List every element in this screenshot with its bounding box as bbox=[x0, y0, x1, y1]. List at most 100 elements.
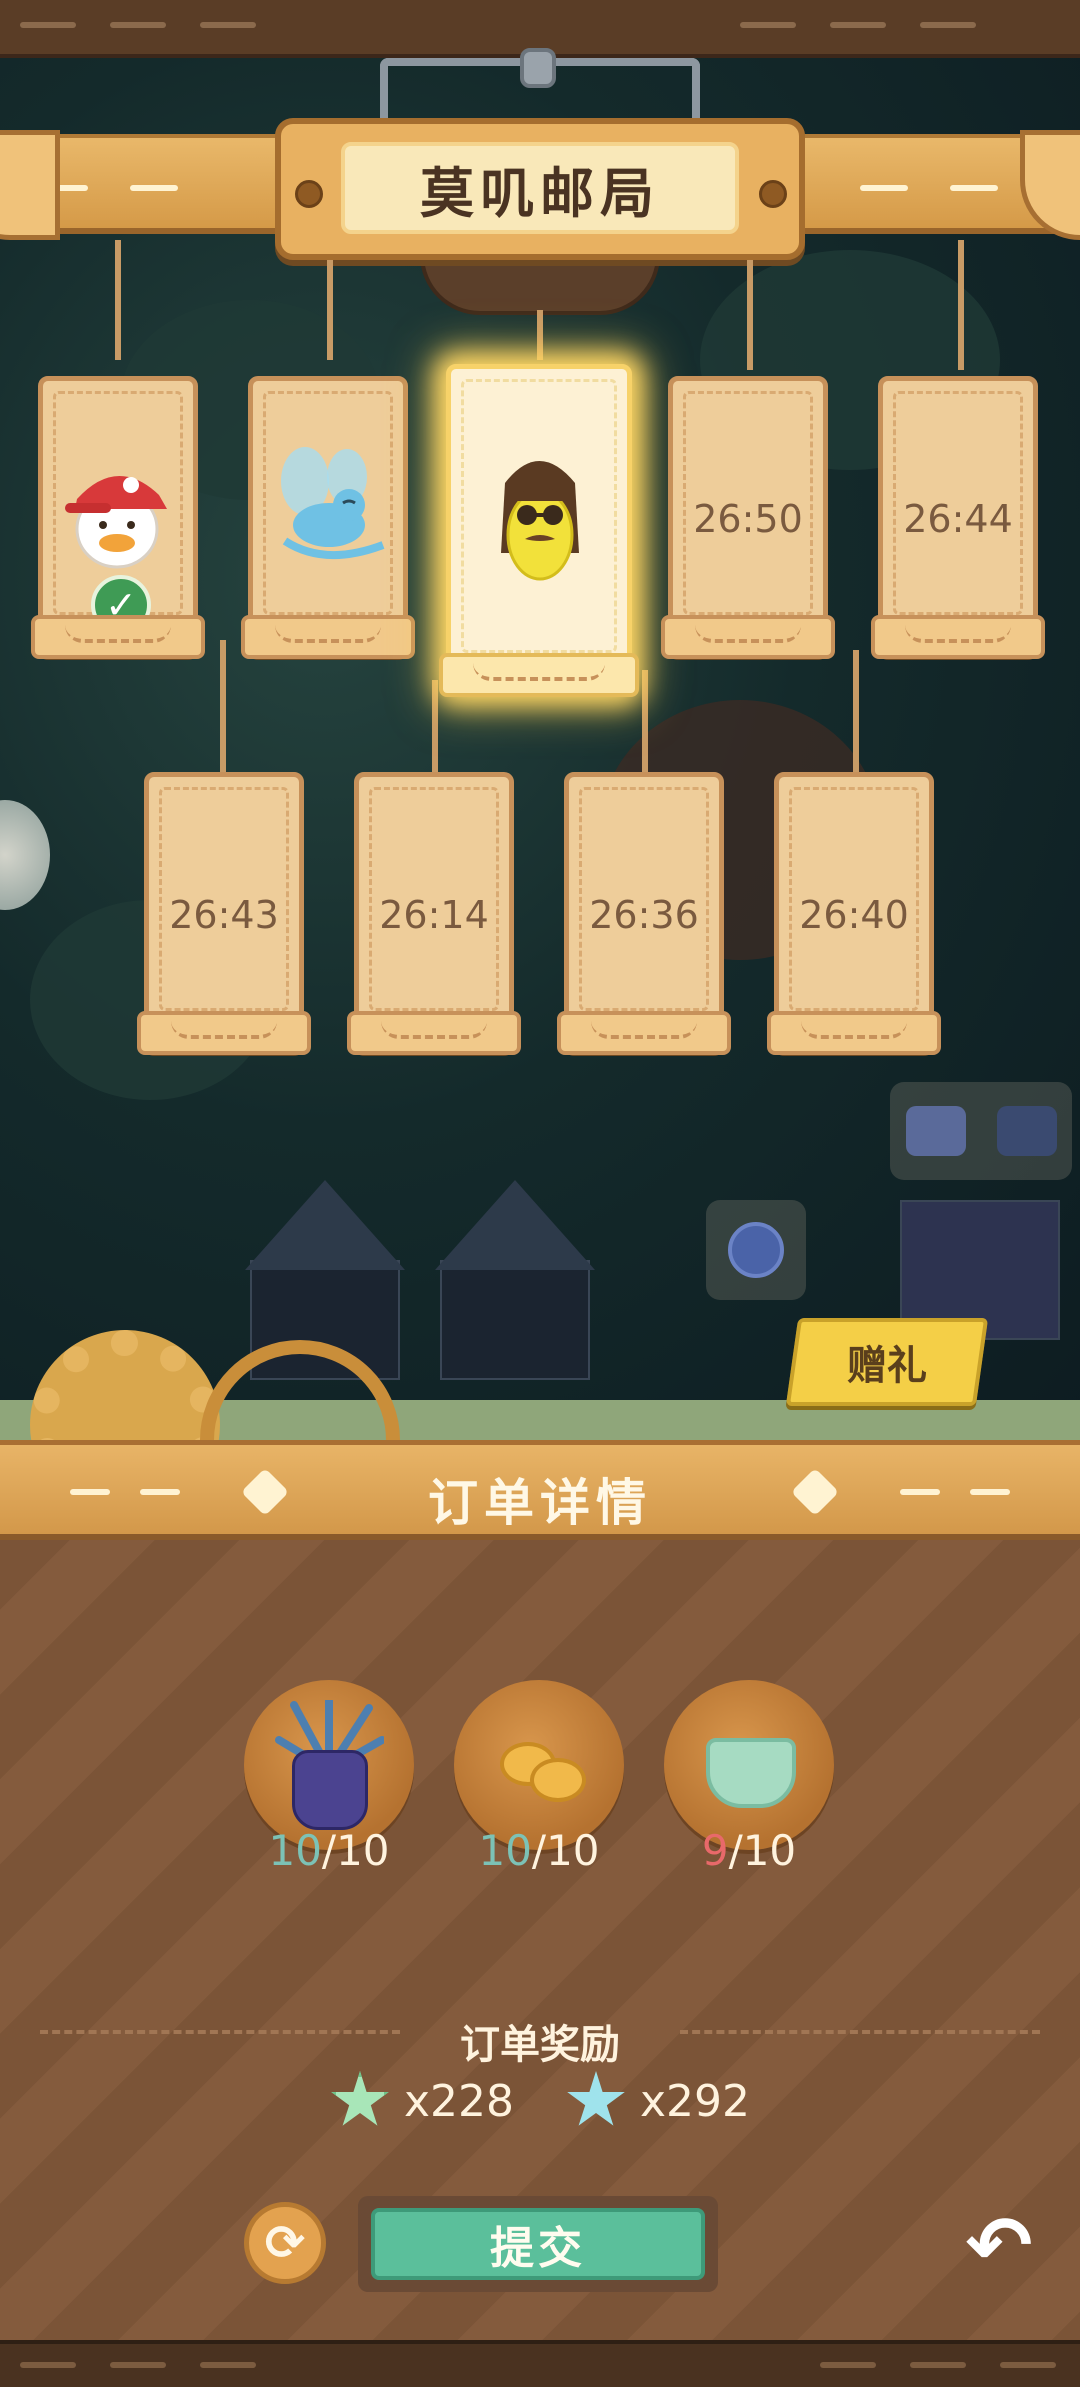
item-need-count: /10 bbox=[728, 1826, 797, 1875]
bean-character-icon bbox=[501, 461, 579, 581]
card-string bbox=[115, 240, 121, 360]
order-card-timer[interactable]: 26:40 bbox=[767, 772, 941, 1055]
item-count: 10/10 bbox=[454, 1826, 624, 1875]
gear-icon bbox=[30, 1330, 220, 1440]
reward-amount: x292 bbox=[640, 2075, 751, 2127]
card-string bbox=[747, 260, 753, 370]
item-have-count: 10 bbox=[268, 1826, 322, 1875]
order-title: 订单详情 bbox=[428, 1474, 652, 1532]
blue-star-icon bbox=[567, 2071, 625, 2126]
title-plate: 莫叽邮局 bbox=[341, 142, 739, 234]
divider-dash bbox=[20, 22, 76, 28]
card-timer: 26:36 bbox=[589, 893, 699, 937]
side-bubble-button[interactable] bbox=[0, 800, 50, 910]
submit-button-face: 提交 bbox=[371, 2208, 705, 2280]
item-count: 10/10 bbox=[244, 1826, 414, 1875]
reward-blue-star: x292 bbox=[566, 2068, 750, 2134]
order-card-timer[interactable]: 26:43 bbox=[137, 772, 311, 1055]
order-card-duck[interactable]: ✓ bbox=[31, 376, 205, 659]
gift-label: 赠礼 bbox=[847, 1343, 927, 1389]
submit-label: 提交 bbox=[490, 2223, 586, 2274]
item-need-count: /10 bbox=[321, 1826, 390, 1875]
card-string bbox=[327, 260, 333, 360]
divider-dash bbox=[910, 2362, 966, 2368]
order-item-jelly[interactable] bbox=[664, 1680, 834, 1850]
order-card-timer[interactable]: 26:36 bbox=[557, 772, 731, 1055]
card-timer: 26:50 bbox=[693, 497, 803, 541]
order-card-bean-selected[interactable] bbox=[439, 364, 639, 697]
reward-amount: x228 bbox=[404, 2075, 515, 2127]
item-count: 9/10 bbox=[664, 1826, 834, 1875]
card-string bbox=[642, 670, 648, 780]
yarn-ball-icon bbox=[728, 1222, 784, 1278]
screw-icon bbox=[295, 180, 323, 208]
reward-label: 订单奖励 bbox=[460, 2022, 620, 2068]
card-timer: 26:14 bbox=[379, 893, 489, 937]
item-need-count: /10 bbox=[531, 1826, 600, 1875]
bottom-border bbox=[0, 2340, 1080, 2387]
card-string bbox=[220, 640, 226, 780]
order-card-timer[interactable]: 26:44 bbox=[871, 376, 1045, 659]
card-timer: 26:44 bbox=[903, 497, 1013, 541]
card-timer: 26:40 bbox=[799, 893, 909, 937]
divider-dash bbox=[920, 22, 976, 28]
reward-header: 订单奖励 bbox=[40, 2012, 1040, 2068]
card-base bbox=[347, 1011, 521, 1055]
card-base bbox=[767, 1011, 941, 1055]
divider-dash bbox=[200, 22, 256, 28]
card-string bbox=[853, 650, 859, 780]
divider-dash bbox=[110, 2362, 166, 2368]
order-ribbon: 订单详情 bbox=[0, 1440, 1080, 1540]
belt-corner bbox=[0, 130, 60, 240]
card-base bbox=[31, 615, 205, 659]
divider-dash bbox=[740, 22, 796, 28]
item-widget[interactable] bbox=[890, 1082, 1072, 1180]
page-title: 莫叽邮局 bbox=[420, 161, 660, 225]
divider-dash bbox=[130, 185, 178, 191]
card-base bbox=[871, 615, 1045, 659]
card-base bbox=[661, 615, 835, 659]
card-base bbox=[241, 615, 415, 659]
divider-line bbox=[680, 2030, 1040, 2034]
hanger-knob bbox=[520, 48, 556, 88]
duck-character-icon bbox=[65, 475, 167, 569]
gift-button[interactable]: 赠礼 bbox=[785, 1318, 989, 1406]
divider-dash bbox=[830, 22, 886, 28]
purple-vase-plant-icon bbox=[292, 1750, 368, 1830]
refresh-button[interactable]: ⟳ bbox=[244, 2202, 326, 2284]
order-item-vase[interactable] bbox=[244, 1680, 414, 1850]
card-base bbox=[557, 1011, 731, 1055]
card-base bbox=[439, 653, 639, 697]
sign-bottom bbox=[420, 255, 660, 315]
refresh-icon: ⟳ bbox=[264, 2215, 306, 2271]
order-card-fairy[interactable] bbox=[241, 376, 415, 659]
divider-dash bbox=[820, 2362, 876, 2368]
back-button[interactable]: ↶ bbox=[954, 2198, 1044, 2292]
title-sign: 莫叽邮局 bbox=[275, 118, 805, 260]
market-tent-roof bbox=[435, 1180, 595, 1270]
green-jelly-cup-icon bbox=[706, 1738, 796, 1808]
screw-icon bbox=[759, 180, 787, 208]
mask-icon bbox=[996, 1106, 1057, 1156]
divider-dash bbox=[110, 22, 166, 28]
submit-button[interactable]: 提交 bbox=[358, 2196, 718, 2292]
back-arrow-icon: ↶ bbox=[965, 2198, 1033, 2292]
item-have-count: 10 bbox=[478, 1826, 532, 1875]
order-item-coins[interactable] bbox=[454, 1680, 624, 1850]
green-star-icon bbox=[331, 2071, 389, 2126]
yarn-box[interactable] bbox=[706, 1200, 806, 1300]
divider-dash bbox=[1000, 2362, 1056, 2368]
order-card-timer[interactable]: 26:50 bbox=[661, 376, 835, 659]
card-string bbox=[432, 680, 438, 780]
divider-dash bbox=[970, 1489, 1010, 1495]
card-string bbox=[958, 240, 964, 370]
order-card-timer[interactable]: 26:14 bbox=[347, 772, 521, 1055]
card-base bbox=[137, 1011, 311, 1055]
market-tent-roof bbox=[245, 1180, 405, 1270]
golden-coin-icon bbox=[530, 1758, 586, 1802]
divider-dash bbox=[950, 185, 998, 191]
card-timer: 26:43 bbox=[169, 893, 279, 937]
fairy-bird-character-icon bbox=[281, 447, 385, 560]
reward-green-star: x228 bbox=[330, 2068, 514, 2134]
divider-dash bbox=[200, 2362, 256, 2368]
